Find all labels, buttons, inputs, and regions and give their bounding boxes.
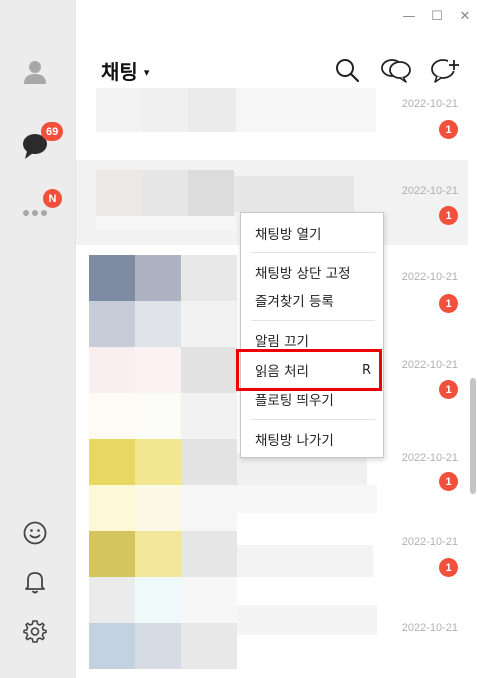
minimize-button[interactable]: — <box>401 9 417 24</box>
unread-badge: 1 <box>439 294 458 313</box>
chats-unread-badge: 69 <box>41 122 64 141</box>
sidebar: 69 N <box>0 0 76 678</box>
avatar <box>89 255 135 301</box>
chat-date: 2022-10-21 <box>401 622 458 634</box>
sidebar-item-settings[interactable] <box>20 616 50 646</box>
chat-date: 2022-10-21 <box>401 185 458 197</box>
page-title[interactable]: 채팅 ▾ <box>101 56 149 85</box>
new-chat-icon <box>431 59 460 83</box>
chat-date: 2022-10-21 <box>401 98 458 110</box>
chat-row[interactable]: 2022-10-21 1 <box>76 88 468 160</box>
menu-item-add-favorite[interactable]: 즐겨찾기 등록 <box>241 286 383 314</box>
unread-badge: 1 <box>439 472 458 491</box>
open-chat-icon <box>381 59 411 83</box>
search-icon <box>336 59 360 83</box>
scrollbar-thumb[interactable] <box>470 378 476 494</box>
chat-date: 2022-10-21 <box>401 536 458 548</box>
menu-divider <box>251 252 375 253</box>
search-button[interactable] <box>333 56 361 84</box>
unread-badge: 1 <box>439 380 458 399</box>
person-icon <box>24 61 46 84</box>
open-chat-button[interactable] <box>380 56 412 84</box>
avatar <box>96 170 142 216</box>
menu-item-label: 채팅방 나가기 <box>255 433 334 449</box>
new-chat-button[interactable] <box>430 56 460 84</box>
menu-item-label: 알림 끄기 <box>255 334 309 350</box>
menu-item-label: 플로팅 띄우기 <box>255 393 334 409</box>
highlight-box <box>236 349 382 391</box>
avatar <box>89 347 135 393</box>
avatar <box>89 531 135 577</box>
chat-row[interactable]: 2022-10-21 <box>76 605 468 678</box>
more-new-badge: N <box>43 189 62 208</box>
sidebar-item-friends[interactable] <box>20 56 50 86</box>
bell-icon <box>25 572 45 594</box>
sidebar-item-emoticon[interactable] <box>20 518 50 548</box>
chevron-down-icon: ▾ <box>143 65 150 79</box>
avatar <box>89 623 135 669</box>
unread-badge: 1 <box>439 206 458 225</box>
menu-divider <box>251 320 375 321</box>
avatar <box>96 88 142 132</box>
menu-item-label: 즐겨찾기 등록 <box>255 294 334 310</box>
chat-date: 2022-10-21 <box>401 359 458 371</box>
chat-date: 2022-10-21 <box>401 452 458 464</box>
maximize-button[interactable]: ☐ <box>429 9 445 24</box>
menu-item-open-chat[interactable]: 채팅방 열기 <box>241 219 383 247</box>
context-menu: 채팅방 열기 채팅방 상단 고정 즐겨찾기 등록 알림 끄기 읽음 처리 R 플… <box>240 212 384 458</box>
chat-date: 2022-10-21 <box>401 271 458 283</box>
menu-item-pin-top[interactable]: 채팅방 상단 고정 <box>241 258 383 286</box>
smiley-icon <box>23 521 47 545</box>
menu-item-label: 채팅방 상단 고정 <box>255 266 351 282</box>
unread-badge: 1 <box>439 120 458 139</box>
page-title-text: 채팅 <box>101 60 138 84</box>
sidebar-item-notifications[interactable] <box>20 567 50 597</box>
avatar <box>89 439 135 485</box>
close-button[interactable]: ✕ <box>457 9 473 24</box>
menu-item-leave[interactable]: 채팅방 나가기 <box>241 425 383 453</box>
menu-divider <box>251 419 375 420</box>
unread-badge: 1 <box>439 558 458 577</box>
gear-icon <box>23 620 47 643</box>
menu-item-label: 채팅방 열기 <box>255 227 322 243</box>
